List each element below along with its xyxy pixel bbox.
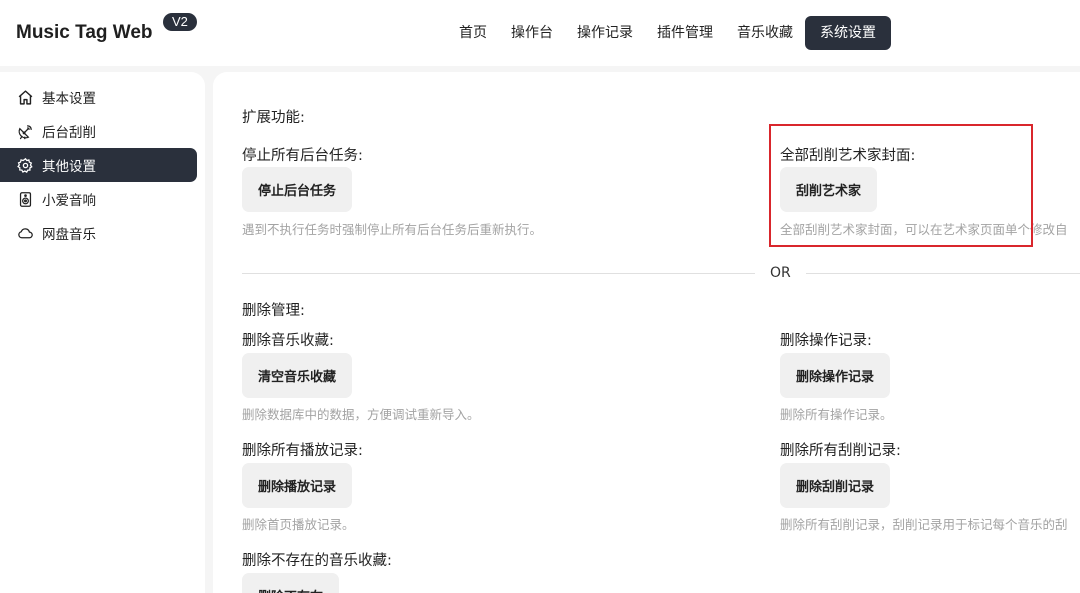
extensions-section-title: 扩展功能: [242,110,305,126]
top-nav: 首页 操作台 操作记录 插件管理 音乐收藏 系统设置 [447,16,891,50]
speaker-icon [19,191,32,207]
top-header: Music Tag Web V2 首页 操作台 操作记录 插件管理 音乐收藏 系… [0,0,1080,66]
sidebar-item-cloud-music[interactable]: 网盘音乐 [0,216,197,250]
delete-section-title: 删除管理: [242,303,305,319]
sidebar-item-label: 小爱音响 [42,193,96,209]
sidebar-item-label: 基本设置 [42,91,96,107]
sidebar-item-label: 其他设置 [42,159,96,175]
sidebar-item-xiaoai-speaker[interactable]: 小爱音响 [0,182,197,216]
sidebar-item-label: 后台刮削 [42,125,96,141]
sidebar: 基本设置 后台刮削 其他设置 小爱音响 网盘音乐 [0,72,205,593]
nav-console[interactable]: 操作台 [499,16,565,50]
delete-favorites-label: 删除音乐收藏: [242,333,334,349]
clear-music-favorites-button[interactable]: 清空音乐收藏 [242,353,353,398]
home-icon [18,89,33,105]
scrape-artists-label: 全部刮削艺术家封面: [780,148,916,164]
stop-tasks-hint: 遇到不执行任务时强制停止所有后台任务后重新执行。 [242,222,543,237]
nav-operation-records[interactable]: 操作记录 [565,16,645,50]
scrape-artists-hint: 全部刮削艺术家封面，可以在艺术家页面单个修改自 [780,222,1068,237]
delete-operation-records-label: 删除操作记录: [780,333,872,349]
delete-missing-favorites-label: 删除不存在的音乐收藏: [242,553,392,569]
delete-scrape-records-button[interactable]: 删除刮削记录 [780,463,891,508]
delete-play-records-button[interactable]: 删除播放记录 [242,463,353,508]
nav-music-favorites[interactable]: 音乐收藏 [725,16,805,50]
delete-scrape-records-hint: 删除所有刮削记录，刮削记录用于标记每个音乐的刮 [780,517,1068,532]
delete-scrape-records-label: 删除所有刮削记录: [780,443,901,459]
or-divider: OR [770,265,791,281]
app-title: Music Tag Web [16,22,153,43]
delete-favorites-hint: 删除数据库中的数据，方便调试重新导入。 [242,407,480,422]
stop-background-tasks-button[interactable]: 停止后台任务 [242,167,353,212]
sidebar-item-basic-settings[interactable]: 基本设置 [0,80,197,114]
stop-tasks-label: 停止所有后台任务: [242,148,363,164]
sidebar-item-label: 网盘音乐 [42,227,96,243]
cloud-icon [18,227,33,238]
nav-home[interactable]: 首页 [447,16,499,50]
divider-left [242,273,755,274]
divider-right [806,273,1080,274]
gear-icon [17,157,33,173]
sidebar-item-background-scraping[interactable]: 后台刮削 [0,114,197,148]
delete-operation-records-button[interactable]: 删除操作记录 [780,353,891,398]
satellite-dish-icon [18,124,32,139]
nav-plugin-management[interactable]: 插件管理 [645,16,725,50]
sidebar-item-other-settings[interactable]: 其他设置 [0,148,197,182]
delete-play-records-hint: 删除首页播放记录。 [242,517,355,532]
settings-panel: 扩展功能: 停止所有后台任务: 停止后台任务 遇到不执行任务时强制停止所有后台任… [213,72,1080,593]
nav-system-settings[interactable]: 系统设置 [805,16,891,50]
delete-operation-records-hint: 删除所有操作记录。 [780,407,893,422]
scrape-artists-button[interactable]: 刮削艺术家 [780,167,878,212]
delete-play-records-label: 删除所有播放记录: [242,443,363,459]
version-badge: V2 [163,13,197,31]
delete-missing-favorites-button[interactable]: 删除不存在 [242,573,340,593]
